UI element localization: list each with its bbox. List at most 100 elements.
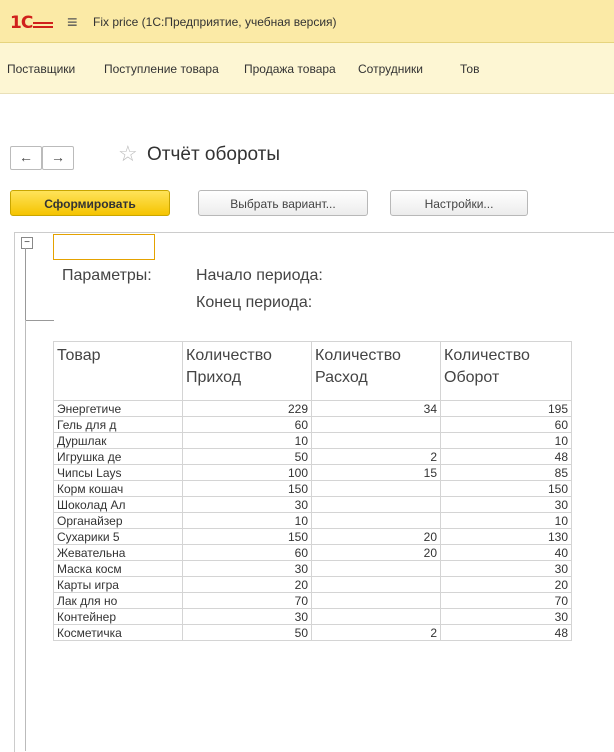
- cell-expense[interactable]: 20: [311, 544, 441, 561]
- table-row[interactable]: Маска косм 30 30: [53, 560, 572, 577]
- cell-turnover[interactable]: 130: [440, 528, 572, 545]
- cell-expense[interactable]: 34: [311, 400, 441, 417]
- group-bracket: [25, 248, 54, 321]
- 1c-logo: 1С: [10, 13, 54, 33]
- cell-receipt[interactable]: 60: [182, 544, 312, 561]
- cell-expense[interactable]: [311, 512, 441, 529]
- active-cell[interactable]: [53, 234, 155, 260]
- cell-turnover[interactable]: 30: [440, 496, 572, 513]
- cell-expense[interactable]: 2: [311, 624, 441, 641]
- cell-turnover[interactable]: 85: [440, 464, 572, 481]
- cell-product[interactable]: Сухарики 5: [53, 528, 183, 545]
- cell-receipt[interactable]: 30: [182, 608, 312, 625]
- cell-turnover[interactable]: 195: [440, 400, 572, 417]
- favorite-star-icon[interactable]: ☆: [118, 141, 138, 167]
- cell-receipt[interactable]: 30: [182, 560, 312, 577]
- cell-receipt[interactable]: 10: [182, 432, 312, 449]
- cell-product[interactable]: Карты игра: [53, 576, 183, 593]
- cell-receipt[interactable]: 70: [182, 592, 312, 609]
- table-row[interactable]: Органайзер 10 10: [53, 512, 572, 529]
- back-button[interactable]: ←: [10, 146, 42, 170]
- cell-turnover[interactable]: 20: [440, 576, 572, 593]
- cell-product[interactable]: Косметичка: [53, 624, 183, 641]
- cell-expense[interactable]: [311, 592, 441, 609]
- table-row[interactable]: Чипсы Lays 100 15 85: [53, 464, 572, 481]
- table-row[interactable]: Корм кошач 150 150: [53, 480, 572, 497]
- cell-turnover[interactable]: 48: [440, 448, 572, 465]
- cell-receipt[interactable]: 150: [182, 528, 312, 545]
- table-row[interactable]: Дуршлак 10 10: [53, 432, 572, 449]
- cell-product[interactable]: Лак для но: [53, 592, 183, 609]
- table-row[interactable]: Жевательна 60 20 40: [53, 544, 572, 561]
- cell-turnover[interactable]: 48: [440, 624, 572, 641]
- cell-product[interactable]: Контейнер: [53, 608, 183, 625]
- cell-turnover[interactable]: 10: [440, 432, 572, 449]
- cell-expense[interactable]: [311, 432, 441, 449]
- table-row[interactable]: Косметичка 50 2 48: [53, 624, 572, 641]
- cell-turnover[interactable]: 30: [440, 608, 572, 625]
- table-row[interactable]: Контейнер 30 30: [53, 608, 572, 625]
- cell-expense[interactable]: 20: [311, 528, 441, 545]
- cell-turnover[interactable]: 150: [440, 480, 572, 497]
- menu-item-goods-sale[interactable]: Продажа товара: [244, 62, 336, 76]
- menu-item-goods[interactable]: Тов: [460, 62, 479, 76]
- cell-receipt[interactable]: 150: [182, 480, 312, 497]
- cell-product[interactable]: Энергетиче: [53, 400, 183, 417]
- report-table: Товар Количество Приход Количество Расход …: [53, 341, 572, 641]
- cell-product[interactable]: Гель для д: [53, 416, 183, 433]
- cell-expense[interactable]: [311, 560, 441, 577]
- cell-turnover[interactable]: 40: [440, 544, 572, 561]
- menu-item-employees[interactable]: Сотрудники: [358, 62, 423, 76]
- period-end-label: Конец периода:: [196, 294, 313, 311]
- cell-product[interactable]: Маска косм: [53, 560, 183, 577]
- cell-receipt[interactable]: 50: [182, 448, 312, 465]
- cell-expense[interactable]: [311, 576, 441, 593]
- cell-expense[interactable]: [311, 480, 441, 497]
- cell-product[interactable]: Жевательна: [53, 544, 183, 561]
- cell-product[interactable]: Корм кошач: [53, 480, 183, 497]
- cell-receipt[interactable]: 30: [182, 496, 312, 513]
- cell-turnover[interactable]: 10: [440, 512, 572, 529]
- cell-product[interactable]: Шоколад Ал: [53, 496, 183, 513]
- page-title: Отчёт обороты: [147, 144, 281, 165]
- choose-variant-button[interactable]: Выбрать вариант...: [198, 190, 368, 216]
- forward-button[interactable]: →: [42, 146, 74, 170]
- menu-item-suppliers[interactable]: Поставщики: [7, 62, 75, 76]
- cell-product[interactable]: Чипсы Lays: [53, 464, 183, 481]
- cell-receipt[interactable]: 60: [182, 416, 312, 433]
- table-row[interactable]: Шоколад Ал 30 30: [53, 496, 572, 513]
- cell-product[interactable]: Дуршлак: [53, 432, 183, 449]
- cell-expense[interactable]: [311, 608, 441, 625]
- params-label: Параметры:: [62, 267, 152, 284]
- cell-receipt[interactable]: 50: [182, 624, 312, 641]
- main-menu-icon[interactable]: ≡: [67, 12, 78, 33]
- group-line: [25, 320, 26, 751]
- settings-button[interactable]: Настройки...: [390, 190, 528, 216]
- table-row[interactable]: Лак для но 70 70: [53, 592, 572, 609]
- header-product: Товар: [53, 341, 183, 401]
- cell-expense[interactable]: [311, 416, 441, 433]
- generate-button[interactable]: Сформировать: [10, 190, 170, 216]
- table-row[interactable]: Гель для д 60 60: [53, 416, 572, 433]
- table-row[interactable]: Карты игра 20 20: [53, 576, 572, 593]
- cell-turnover[interactable]: 70: [440, 592, 572, 609]
- cell-receipt[interactable]: 100: [182, 464, 312, 481]
- table-row[interactable]: Сухарики 5 150 20 130: [53, 528, 572, 545]
- header-qty-expense: Количество Расход: [311, 341, 441, 401]
- table-row[interactable]: Энергетиче 229 34 195: [53, 400, 572, 417]
- cell-product[interactable]: Игрушка де: [53, 448, 183, 465]
- cell-expense[interactable]: 15: [311, 464, 441, 481]
- cell-receipt[interactable]: 229: [182, 400, 312, 417]
- sections-panel: Поставщики Поступление товара Продажа то…: [0, 43, 614, 94]
- cell-expense[interactable]: 2: [311, 448, 441, 465]
- menu-item-goods-receipt[interactable]: Поступление товара: [104, 62, 219, 76]
- title-bar: 1С ≡ Fix price (1С:Предприятие, учебная …: [0, 0, 614, 43]
- cell-expense[interactable]: [311, 496, 441, 513]
- table-header-row: Товар Количество Приход Количество Расход …: [53, 341, 572, 401]
- table-row[interactable]: Игрушка де 50 2 48: [53, 448, 572, 465]
- cell-receipt[interactable]: 10: [182, 512, 312, 529]
- cell-product[interactable]: Органайзер: [53, 512, 183, 529]
- cell-turnover[interactable]: 60: [440, 416, 572, 433]
- cell-turnover[interactable]: 30: [440, 560, 572, 577]
- cell-receipt[interactable]: 20: [182, 576, 312, 593]
